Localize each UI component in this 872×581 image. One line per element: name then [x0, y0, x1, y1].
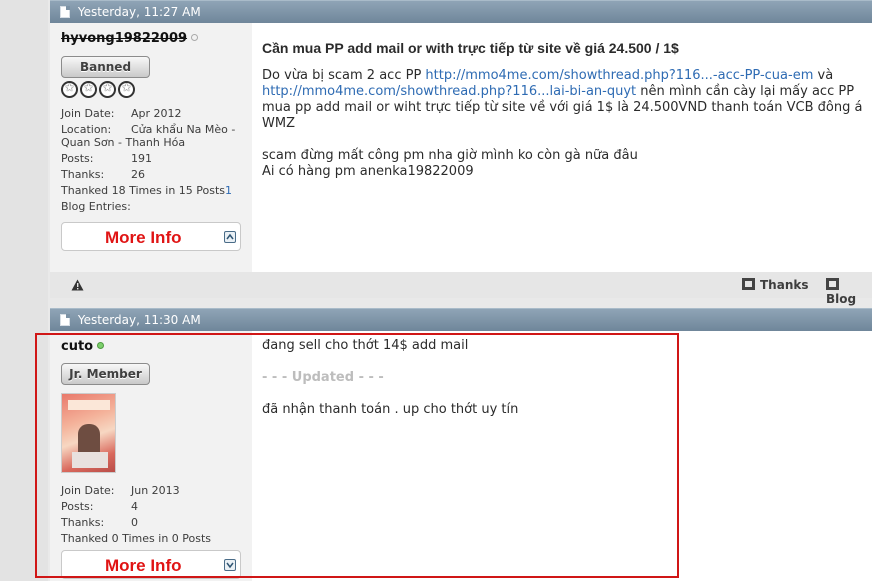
blog-entries-row: Blog Entries:	[61, 200, 246, 213]
star-icon	[118, 81, 135, 98]
blog-button[interactable]: Blog	[826, 278, 872, 306]
thanked-text: Thanked 18 Times in 15 Posts	[61, 184, 226, 197]
message-link[interactable]: http://mmo4me.com/showthread.php?116...-…	[425, 68, 813, 83]
thanks-button-label: Thanks	[760, 278, 809, 292]
message-text: nên mình cần cày lại mấy acc PP	[636, 84, 855, 99]
post-title: Cần mua PP add mail or with trực tiếp từ…	[262, 40, 679, 56]
message-line: Do vừa bị scam 2 acc PP http://mmo4me.co…	[262, 68, 872, 84]
username-text[interactable]: hyvong19822009	[61, 31, 187, 46]
highlight-box	[35, 333, 679, 578]
join-date-value: Apr 2012	[131, 107, 182, 120]
post-header: Yesterday, 11:27 AM	[50, 0, 872, 23]
thanks-icon	[742, 278, 755, 290]
star-icon	[99, 81, 116, 98]
message-line: WMZ	[262, 116, 295, 131]
post-page-icon	[60, 6, 70, 18]
message-line: mua pp add mail or wiht trực tiếp từ sit…	[262, 100, 863, 115]
location-row: Location: Cửa khẩu Na Mèo - Quan Sơn - T…	[61, 123, 246, 149]
thanks-label: Thanks:	[61, 168, 105, 181]
blog-icon	[826, 278, 839, 290]
post-message: Do vừa bị scam 2 acc PP http://mmo4me.co…	[262, 68, 872, 180]
thanks-value: 26	[131, 168, 145, 181]
posts-label: Posts:	[61, 152, 94, 165]
posts-row: Posts: 191	[61, 152, 246, 165]
thanks-row: Thanks: 26	[61, 168, 246, 181]
location-label: Location:	[61, 123, 112, 136]
blog-button-label: Blog	[826, 292, 857, 306]
username[interactable]: hyvong19822009	[61, 31, 199, 46]
blog-entries-label: Blog Entries:	[61, 200, 131, 213]
join-date-row: Join Date: Apr 2012	[61, 107, 246, 120]
reputation-stars	[61, 81, 137, 101]
post-footer: Thanks Blog	[50, 272, 872, 306]
message-text: và	[813, 68, 834, 83]
post-page-icon	[60, 314, 70, 326]
more-info-button[interactable]: More Info	[61, 222, 241, 251]
thanks-button[interactable]: Thanks	[742, 278, 809, 292]
report-warning-icon[interactable]	[71, 279, 84, 291]
message-line: http://mmo4me.com/showthread.php?116...l…	[262, 84, 872, 100]
rank-badge: Banned	[61, 56, 150, 78]
posts-value: 191	[131, 152, 152, 165]
more-info-label: More Info	[105, 228, 182, 247]
join-date-label: Join Date:	[61, 107, 115, 120]
star-icon	[80, 81, 97, 98]
post-1: Yesterday, 11:27 AM hyvong19822009 Banne…	[50, 0, 872, 306]
message-text: Do vừa bị scam 2 acc PP	[262, 68, 426, 83]
user-info-panel: hyvong19822009 Banned Join Date: Apr 201…	[50, 23, 252, 272]
star-icon	[61, 81, 78, 98]
message-line: scam đừng mất công pm nha giờ mình ko cò…	[262, 148, 638, 163]
offline-status-icon	[191, 34, 199, 41]
message-line: Ai có hàng pm anenka19822009	[262, 164, 474, 179]
collapse-icon[interactable]	[224, 231, 236, 243]
thanked-row: Thanked 18 Times in 15 Posts1	[61, 184, 246, 197]
thanked-posts-link[interactable]: 1	[225, 184, 232, 197]
post-date: Yesterday, 11:27 AM	[77, 5, 201, 19]
message-link[interactable]: http://mmo4me.com/showthread.php?116...l…	[262, 84, 636, 99]
post-header: Yesterday, 11:30 AM	[50, 308, 872, 331]
post-date: Yesterday, 11:30 AM	[77, 313, 201, 327]
